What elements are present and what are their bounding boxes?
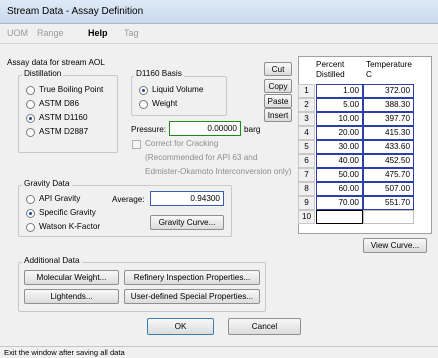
radio-astm-d2887-label: ASTM D2887	[39, 127, 89, 136]
radio-weight[interactable]	[139, 100, 148, 109]
cut-button[interactable]: Cut	[264, 62, 292, 76]
pressure-unit: barg	[244, 125, 261, 134]
table-cell-temperature[interactable]: 372.00	[363, 84, 414, 98]
header-temperature-line2: C	[366, 70, 372, 79]
title-bar: Stream Data - Assay Definition	[0, 0, 438, 24]
pressure-label: Pressure:	[131, 125, 167, 134]
molecular-weight-button[interactable]: Molecular Weight...	[24, 270, 119, 285]
table-cell-percent[interactable]	[316, 210, 363, 224]
table-cell-percent[interactable]: 70.00	[316, 196, 363, 210]
correct-for-cracking-checkbox[interactable]	[132, 140, 141, 149]
average-label: Average:	[112, 195, 145, 204]
table-cell-temperature[interactable]: 452.50	[363, 154, 414, 168]
table-cell-percent[interactable]: 1.00	[316, 84, 363, 98]
header-temperature-line1: Temperature	[366, 60, 412, 69]
radio-specific-gravity-label: Specific Gravity	[39, 208, 96, 217]
radio-astm-d86[interactable]	[26, 100, 35, 109]
additional-data-title: Additional Data	[22, 256, 82, 265]
status-bar: Exit the window after saving all data	[0, 346, 438, 358]
header-percent-line1: Percent	[316, 60, 345, 69]
radio-specific-gravity[interactable]	[26, 209, 35, 218]
table-cell-temperature[interactable]: 551.70	[363, 196, 414, 210]
menu-range[interactable]: Range	[37, 28, 64, 38]
d1160-basis-title: D1160 Basis	[134, 69, 184, 78]
radio-liquid-volume[interactable]	[139, 86, 148, 95]
table-cell-percent[interactable]: 10.00	[316, 112, 363, 126]
lightends-button[interactable]: Lightends...	[24, 289, 119, 304]
menu-tag[interactable]: Tag	[124, 28, 139, 38]
table-cell-percent[interactable]: 40.00	[316, 154, 363, 168]
radio-astm-d1160[interactable]	[26, 114, 35, 123]
radio-astm-d2887[interactable]	[26, 128, 35, 137]
status-text: Exit the window after saving all data	[4, 348, 125, 357]
table-cell-temperature[interactable]: 475.70	[363, 168, 414, 182]
row-number: 6	[298, 154, 315, 168]
radio-liquid-volume-label: Liquid Volume	[152, 85, 204, 94]
radio-true-boiling-point[interactable]	[26, 86, 35, 95]
table-cell-percent[interactable]: 20.00	[316, 126, 363, 140]
row-number: 5	[298, 140, 315, 154]
menu-help[interactable]: Help	[88, 28, 108, 38]
radio-api-gravity-label: API Gravity	[39, 194, 81, 203]
radio-astm-d86-label: ASTM D86	[39, 99, 80, 108]
copy-button[interactable]: Copy	[264, 79, 292, 93]
radio-weight-label: Weight	[152, 99, 178, 108]
distillation-title: Distillation	[22, 69, 64, 78]
refinery-inspection-button[interactable]: Refinery Inspection Properties...	[124, 270, 260, 285]
table-cell-percent[interactable]: 60.00	[316, 182, 363, 196]
table-cell-temperature[interactable]: 507.00	[363, 182, 414, 196]
header-percent-line2: Distilled	[316, 70, 345, 79]
cancel-button[interactable]: Cancel	[228, 318, 301, 335]
correct-for-cracking-label: Correct for Cracking	[145, 139, 219, 148]
ok-button[interactable]: OK	[147, 318, 214, 335]
gravity-curve-button[interactable]: Gravity Curve...	[150, 215, 224, 230]
radio-watson-k-factor[interactable]	[26, 223, 35, 232]
table-cell-temperature[interactable]: 415.30	[363, 126, 414, 140]
view-curve-button[interactable]: View Curve...	[363, 238, 427, 253]
table-cell-temperature[interactable]: 388.30	[363, 98, 414, 112]
menu-bar: UOM Range Help Tag	[0, 24, 438, 44]
row-number: 8	[298, 182, 315, 196]
cracking-note-line2: Edmister-Okamoto Interconversion only)	[145, 167, 292, 176]
table-cell-percent[interactable]: 5.00	[316, 98, 363, 112]
menu-uom[interactable]: UOM	[7, 28, 28, 38]
row-number: 4	[298, 126, 315, 140]
user-defined-properties-button[interactable]: User-defined Special Properties...	[124, 289, 260, 304]
radio-true-boiling-point-label: True Boiling Point	[39, 85, 104, 94]
row-number: 3	[298, 112, 315, 126]
window-title: Stream Data - Assay Definition	[7, 6, 144, 17]
table-cell-percent[interactable]: 50.00	[316, 168, 363, 182]
radio-watson-k-factor-label: Watson K-Factor	[39, 222, 101, 231]
assay-label: Assay data for stream AOL	[7, 58, 105, 67]
row-number: 2	[298, 98, 315, 112]
row-number: 10	[298, 210, 315, 224]
row-number: 7	[298, 168, 315, 182]
paste-button[interactable]: Paste	[264, 94, 292, 108]
pressure-input[interactable]: 0.00000	[169, 121, 241, 136]
radio-api-gravity[interactable]	[26, 195, 35, 204]
table-cell-percent[interactable]: 30.00	[316, 140, 363, 154]
table-cell-temperature[interactable]: 433.60	[363, 140, 414, 154]
insert-button[interactable]: Insert	[264, 108, 292, 122]
row-number: 9	[298, 196, 315, 210]
gravity-title: Gravity Data	[22, 179, 72, 188]
average-gravity-input[interactable]: 0.94300	[150, 191, 224, 206]
cracking-note-line1: (Recommended for API 63 and	[145, 153, 258, 162]
table-cell-temperature[interactable]	[363, 210, 414, 224]
radio-astm-d1160-label: ASTM D1160	[39, 113, 88, 122]
table-cell-temperature[interactable]: 397.70	[363, 112, 414, 126]
row-number: 1	[298, 84, 315, 98]
d1160-basis-group	[131, 76, 227, 116]
